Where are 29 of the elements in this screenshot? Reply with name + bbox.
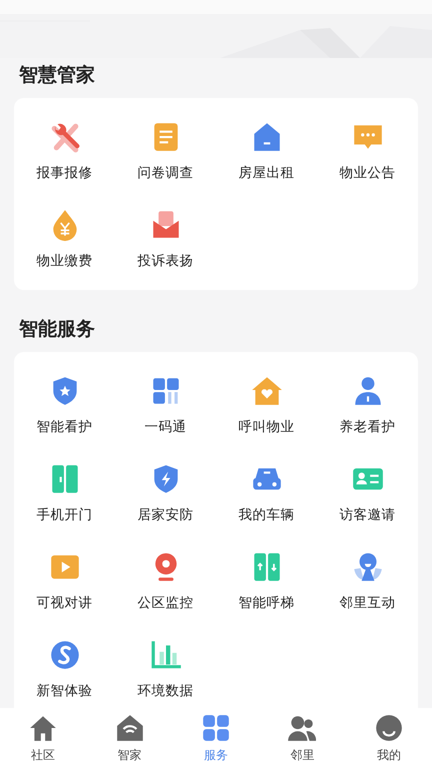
- nav-tab[interactable]: 智家: [86, 708, 173, 768]
- service-item[interactable]: 手机开门: [14, 454, 115, 538]
- service-item[interactable]: 房屋出租: [216, 112, 317, 196]
- service-item[interactable]: 居家安防: [115, 454, 216, 538]
- service-item[interactable]: 一码通: [115, 366, 216, 450]
- service-item[interactable]: 问卷调查: [115, 112, 216, 196]
- service-item[interactable]: 环境数据: [115, 630, 216, 708]
- nav-tab[interactable]: 我的: [346, 708, 432, 768]
- service-item[interactable]: 邻里互动: [317, 542, 418, 626]
- service-item[interactable]: 呼叫物业: [216, 366, 317, 450]
- section-title: 智慧管家: [19, 63, 95, 88]
- nav-tab[interactable]: 社区: [0, 708, 86, 768]
- service-item[interactable]: 我的车辆: [216, 454, 317, 538]
- nav-tab[interactable]: 服务: [172, 708, 260, 768]
- service-item[interactable]: 智能看护: [14, 366, 115, 450]
- service-item[interactable]: 可视对讲: [14, 542, 115, 626]
- service-item[interactable]: 投诉表扬: [115, 200, 216, 284]
- service-item[interactable]: 物业公告: [317, 112, 418, 196]
- wifi-house-icon: [114, 712, 145, 742]
- nav-tab[interactable]: 邻里: [259, 708, 346, 768]
- service-item[interactable]: 访客邀请: [317, 454, 418, 538]
- service-item[interactable]: 公区监控: [115, 542, 216, 626]
- face-icon: [374, 712, 404, 742]
- section-title: 智能服务: [19, 317, 95, 342]
- service-item[interactable]: 智能呼梯: [216, 542, 317, 626]
- service-item[interactable]: 物业缴费: [14, 200, 115, 284]
- grid-icon: [200, 712, 231, 742]
- service-item[interactable]: 报事报修: [14, 112, 115, 196]
- service-item[interactable]: 养老看护: [317, 366, 418, 450]
